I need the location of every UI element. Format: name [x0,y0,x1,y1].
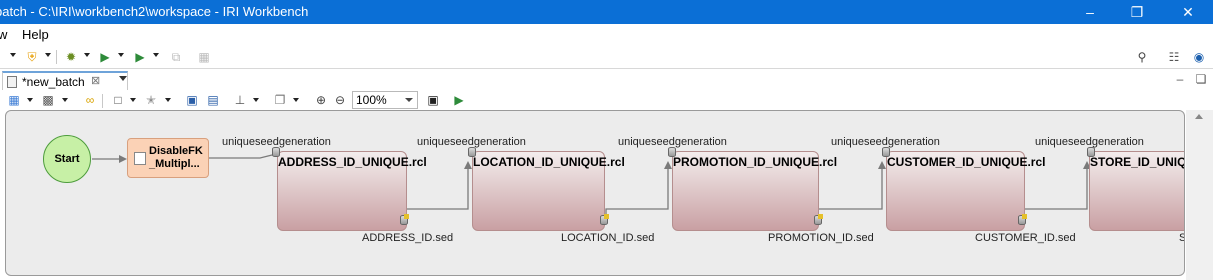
zoom-in-icon[interactable]: ⊕ [313,92,329,108]
chevron-down-icon[interactable] [118,53,124,57]
align-icon[interactable]: ⊥ [232,92,248,108]
output-file-label: S [1179,232,1184,244]
database-icon [668,147,676,157]
node-name: ADDRESS_ID_UNIQUE.rcl [278,155,427,169]
node-name: CUSTOMER_ID_UNIQUE.rcl [887,155,1046,169]
node-name: PROMOTION_ID_UNIQUE.rcl [673,155,838,169]
chevron-down-icon[interactable] [62,98,68,102]
rcl-node[interactable]: STORE_ID_UNIQUE.rcl [1089,151,1184,231]
chevron-down-icon[interactable] [293,98,299,102]
vertical-scrollbar[interactable] [1186,110,1213,280]
chevron-down-icon[interactable] [119,76,127,81]
rcl-node[interactable]: CUSTOMER_ID_UNIQUE.rcl [886,151,1045,231]
run-icon[interactable]: ▶ [451,92,467,108]
pin-icon[interactable]: ▦ [196,49,212,65]
output-badge-icon [604,214,609,219]
output-file-label: CUSTOMER_ID.sed [975,232,1076,244]
properties-icon[interactable]: ▣ [184,92,200,108]
output-badge-icon [818,214,823,219]
node-name: LOCATION_ID_UNIQUE.rcl [473,155,625,169]
chevron-down-icon[interactable] [253,98,259,102]
database-icon [468,147,476,157]
external-tools-icon[interactable]: ▶ [132,49,148,65]
output-file-label: LOCATION_ID.sed [561,232,655,244]
shield-icon[interactable]: ⛨ [24,49,40,65]
export-icon[interactable]: ▤ [205,92,221,108]
restore-button[interactable]: ❐ [1114,0,1160,24]
layout-icon[interactable]: ▦ [6,92,22,108]
chevron-down-icon[interactable] [130,98,136,102]
file-icon [7,76,17,88]
start-node[interactable]: Start [43,135,91,183]
tab-label: *new_batch [22,75,85,89]
iri-perspective-icon[interactable]: ◉ [1191,49,1207,65]
rcl-node[interactable]: ADDRESS_ID_UNIQUE.rcl [277,151,427,231]
disable-fk-task[interactable]: DisableFK _Multipl... [127,138,209,178]
menu-window[interactable]: w [0,27,7,42]
copy-icon[interactable]: ⧉ [168,49,184,65]
title-bar: batch - C:\IRI\workbench2\workspace - IR… [0,0,1213,24]
restore-icon: ❐ [1130,3,1144,20]
toolbar-separator [102,94,103,108]
script-icon [134,152,146,165]
output-badge-icon [404,214,409,219]
zoom-select[interactable]: 100% [352,91,418,109]
rcl-node[interactable]: PROMOTION_ID_UNIQUE.rcl [672,151,837,231]
chevron-down-icon[interactable] [27,98,33,102]
run-icon[interactable]: ▶ [97,49,113,65]
scroll-up-icon[interactable] [1195,114,1203,119]
maximize-editor-icon[interactable]: ❏ [1193,71,1209,87]
toolbar-separator [56,50,57,64]
filter-icon[interactable]: ✭ [143,92,159,108]
debug-icon[interactable]: ✹ [63,49,79,65]
rcl-node[interactable]: LOCATION_ID_UNIQUE.rcl [472,151,625,231]
database-icon [1087,147,1095,157]
chevron-down-icon[interactable] [165,98,171,102]
database-icon [882,147,890,157]
menu-bar: w Help [0,24,1213,46]
diagram-canvas[interactable]: Start DisableFK _Multipl... uniqueseedgen… [5,110,1185,276]
minimize-button[interactable]: – [1067,0,1113,24]
task-label: DisableFK _Multipl... [149,145,203,170]
connect-icon[interactable]: ∞ [82,92,98,108]
diagram-toolbar: ▦ ▩ ∞ □ ✭ ▣ ▤ ⊥ ❐ ⊕ ⊖ 100% ▣ ▶ [0,90,1190,110]
chevron-down-icon [405,98,413,102]
page-icon[interactable]: □ [110,92,126,108]
zoom-value: 100% [356,93,387,107]
window-title: batch - C:\IRI\workbench2\workspace - IR… [0,4,309,19]
close-icon[interactable]: ⊠ [91,74,100,87]
minimize-editor-icon[interactable]: – [1172,71,1188,87]
output-file-label: PROMOTION_ID.sed [768,232,874,244]
camera-icon[interactable]: ▣ [425,92,441,108]
chevron-down-icon[interactable] [45,53,51,57]
database-icon [272,147,280,157]
select-icon[interactable]: ▩ [40,92,56,108]
menu-help[interactable]: Help [22,27,49,42]
main-toolbar: ⛨ ✹ ▶ ▶ ⧉ ▦ ⚲ ☷ ◉ [0,46,1213,68]
zoom-out-icon[interactable]: ⊖ [332,92,348,108]
search-icon[interactable]: ⚲ [1134,49,1150,65]
output-file-label: ADDRESS_ID.sed [362,232,454,244]
chevron-down-icon[interactable] [153,53,159,57]
perspective-icon[interactable]: ☷ [1166,49,1182,65]
chevron-down-icon[interactable] [84,53,90,57]
close-icon: ✕ [1182,3,1194,20]
minimize-icon: – [1086,4,1094,20]
close-button[interactable]: ✕ [1165,0,1211,24]
tab-new-batch[interactable]: *new_batch ⊠ [2,71,128,91]
node-name: STORE_ID_UNIQUE.rcl [1090,155,1184,169]
output-badge-icon [1022,214,1027,219]
clipboard-icon[interactable]: ❐ [272,92,288,108]
chevron-down-icon[interactable] [10,53,16,57]
